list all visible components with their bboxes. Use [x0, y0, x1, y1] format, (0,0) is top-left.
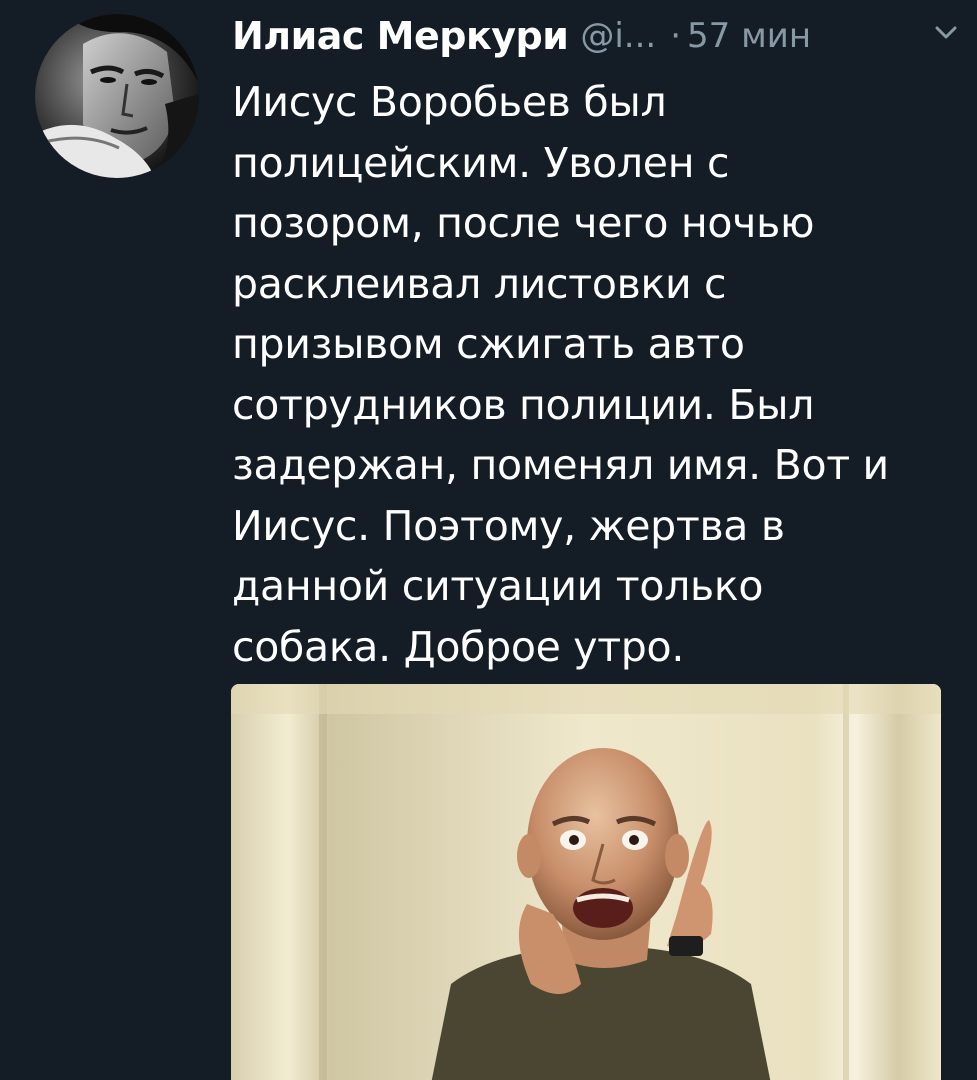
- chevron-down-icon[interactable]: [935, 26, 957, 40]
- tweet-text-line: Иисус Воробьев был: [232, 78, 667, 126]
- tweet-text-line: собака. Доброе утро.: [232, 622, 685, 671]
- tweet-header: Илиас Меркури @i... · 57 мин: [232, 8, 952, 64]
- separator-dot: ·: [670, 16, 682, 56]
- tweet[interactable]: Илиас Меркури @i... · 57 мин Иисус Вороб…: [0, 0, 977, 1080]
- tweet-text-line: позором, после чего ночью: [232, 199, 815, 247]
- tweet-text-line: задержан, поменял имя. Вот и: [232, 441, 889, 489]
- tweet-text-line: данной ситуации только: [232, 562, 764, 610]
- tweet-text-line: расклеивал листовки с: [232, 259, 727, 308]
- author-avatar[interactable]: [35, 14, 199, 178]
- tweet-text-line: сотрудников полиции. Был: [232, 380, 815, 429]
- tweet-text-line: полицейским. Уволен с: [232, 138, 730, 187]
- tweet-text: Иисус Воробьев был полицейским. Уволен с…: [232, 72, 932, 677]
- tweet-text-line: призывом сжигать авто: [232, 320, 745, 368]
- tweet-timestamp[interactable]: 57 мин: [687, 16, 811, 56]
- tweet-photo[interactable]: [231, 684, 941, 1080]
- author-name[interactable]: Илиас Меркури: [232, 14, 569, 58]
- author-handle[interactable]: @i...: [580, 16, 656, 56]
- tweet-text-line: Иисус. Поэтому, жертва в: [232, 501, 785, 550]
